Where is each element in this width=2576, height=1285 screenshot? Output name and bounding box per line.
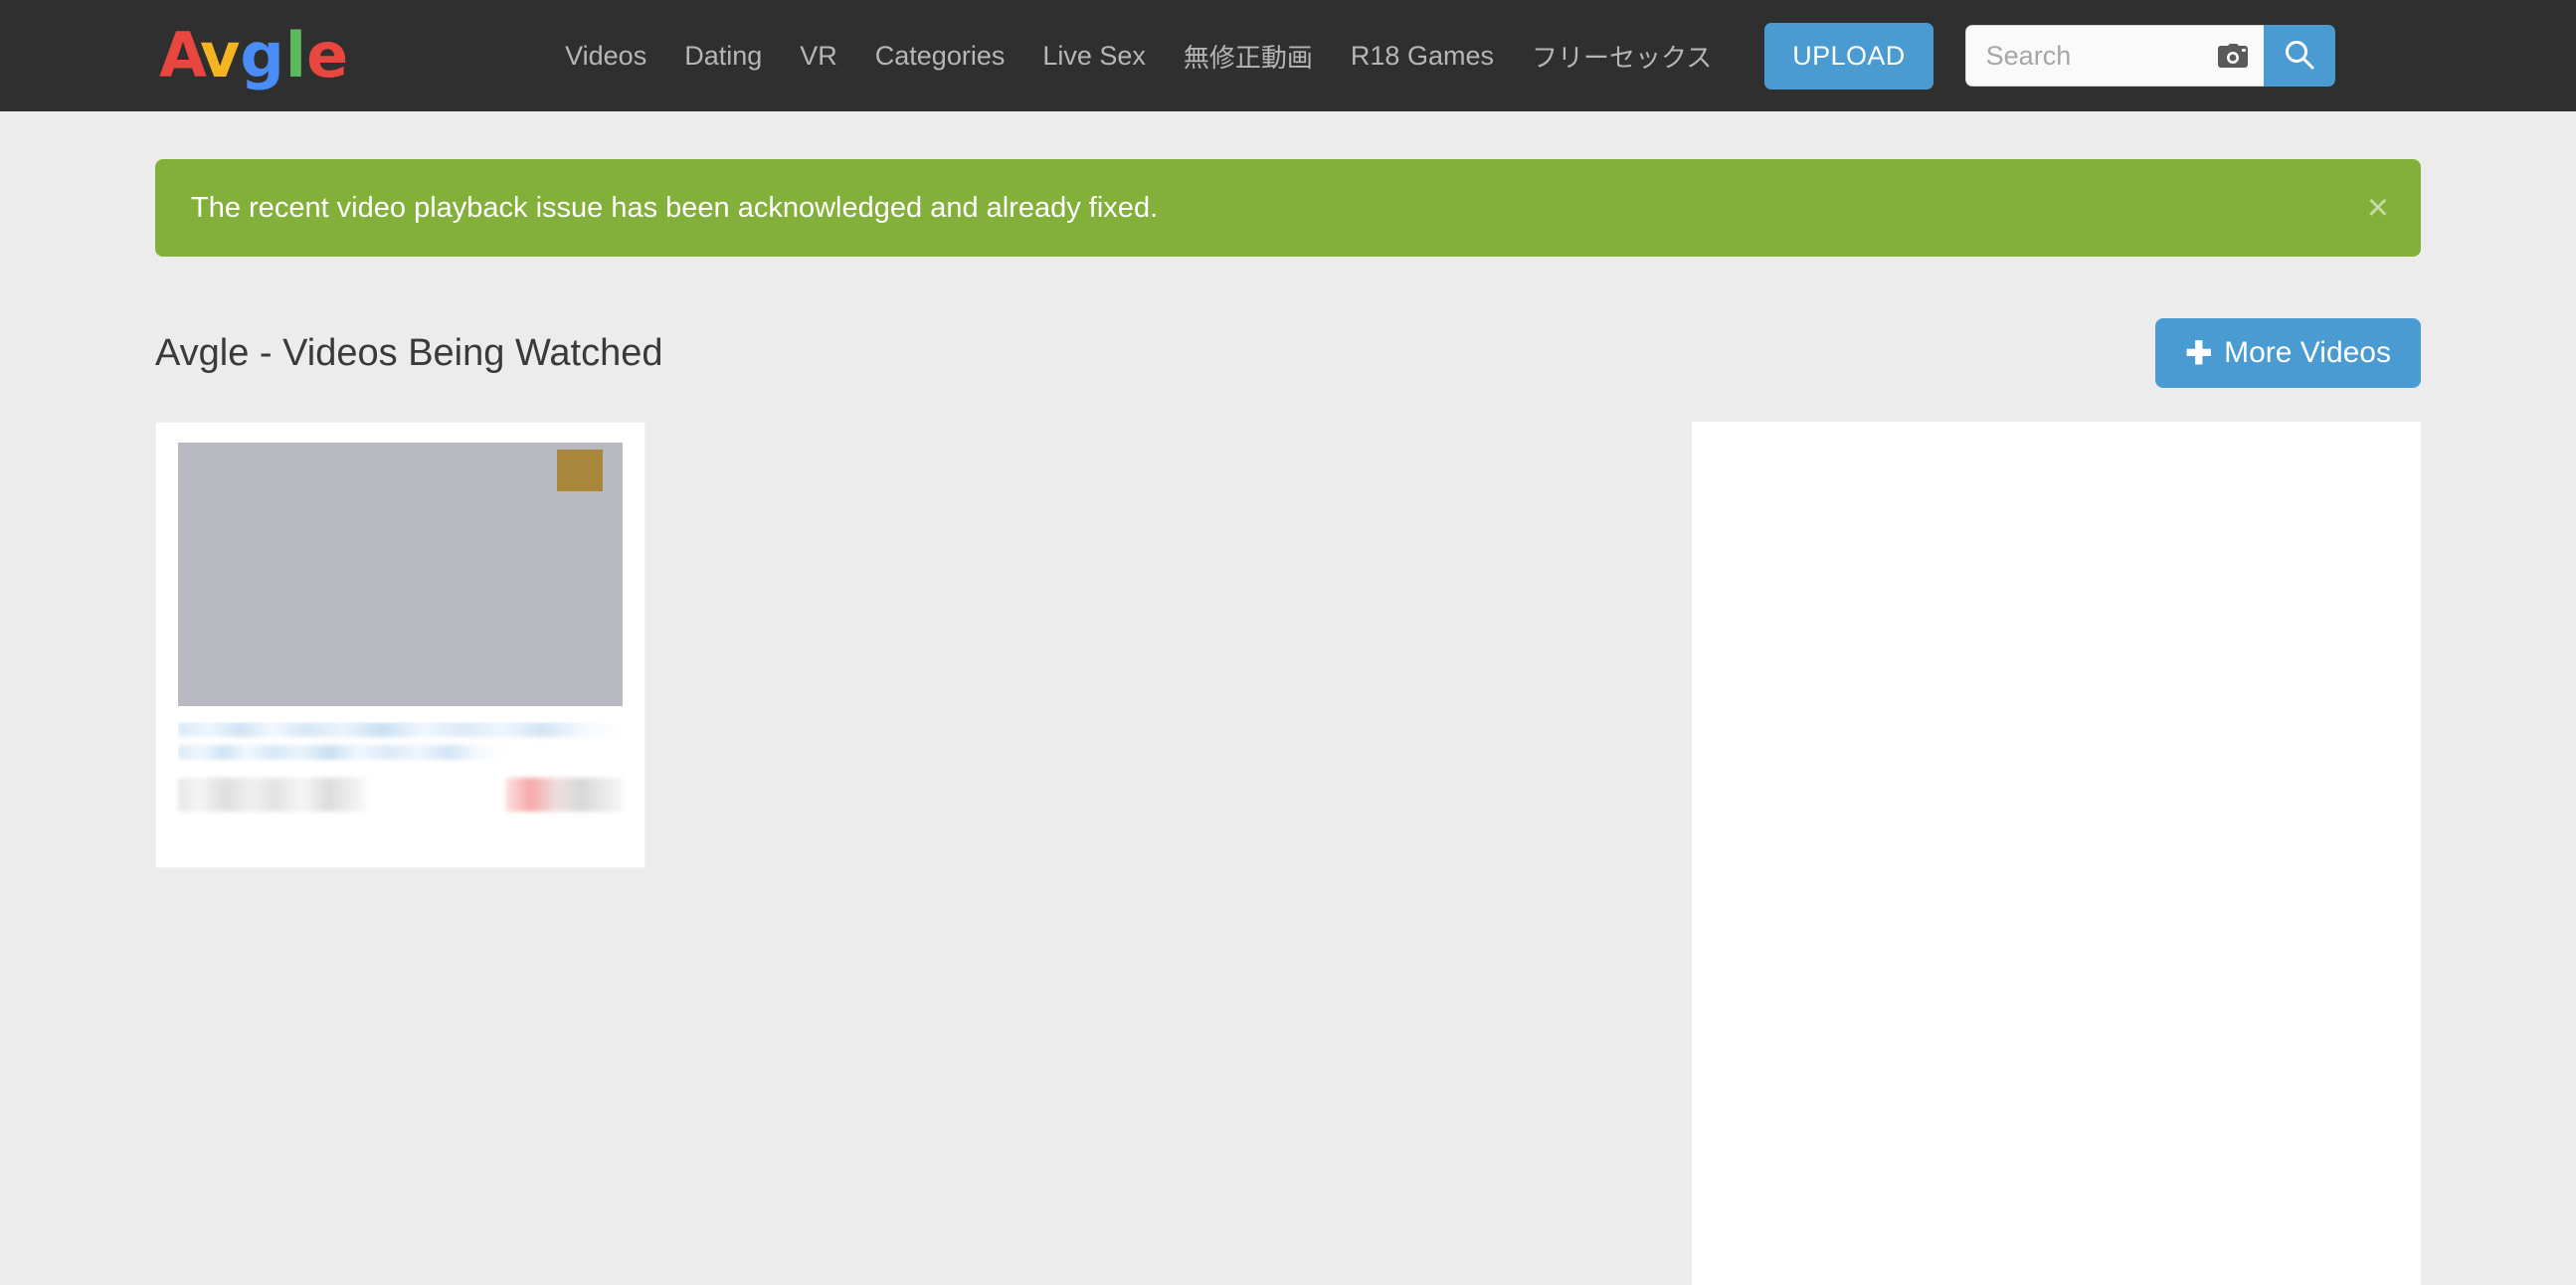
page-body: The recent video playback issue has been…	[0, 159, 2576, 1285]
video-meta	[178, 778, 623, 812]
search-bar	[1964, 25, 2335, 87]
content-area	[155, 422, 2421, 1285]
nav-item-uncensored-videos[interactable]: 無修正動画	[1165, 38, 1332, 75]
nav-item-dating[interactable]: Dating	[665, 41, 781, 72]
rating-badge	[505, 778, 623, 812]
camera-icon[interactable]	[2217, 44, 2248, 68]
thumbnail-image	[178, 443, 623, 706]
advertisement-image	[1714, 444, 2399, 1285]
search-icon	[2283, 38, 2316, 75]
search-field	[1964, 25, 2264, 87]
video-thumbnail	[178, 443, 623, 706]
logo-letter-g: g	[240, 19, 283, 92]
logo-letter-e: e	[306, 19, 348, 92]
view-count	[178, 778, 367, 812]
logo-letter-v: v	[199, 19, 240, 92]
nav-item-videos[interactable]: Videos	[546, 41, 665, 72]
logo-letter-a: A	[159, 19, 207, 92]
video-title[interactable]	[178, 722, 623, 762]
close-icon[interactable]: ×	[2367, 189, 2389, 227]
nav-item-r18-games[interactable]: R18 Games	[1332, 41, 1513, 72]
search-submit-button[interactable]	[2263, 25, 2335, 87]
nav-item-live-sex[interactable]: Live Sex	[1023, 41, 1165, 72]
page-title: Avgle - Videos Being Watched	[155, 331, 663, 374]
nav-item-vr[interactable]: VR	[781, 41, 856, 72]
nav-item-categories[interactable]: Categories	[856, 41, 1024, 72]
video-grid	[155, 422, 1692, 890]
notification-banner: The recent video playback issue has been…	[155, 159, 2421, 257]
sidebar-advertisement[interactable]	[1692, 422, 2421, 1285]
more-videos-button[interactable]: ✚ More Videos	[2155, 318, 2421, 388]
site-logo[interactable]: Avgle	[159, 19, 348, 92]
main-navigation: Videos Dating VR Categories Live Sex 無修正…	[546, 38, 1731, 75]
logo-letter-l: l	[284, 19, 306, 92]
nav-item-free-sex[interactable]: フリーセックス	[1513, 38, 1731, 75]
section-header: Avgle - Videos Being Watched ✚ More Vide…	[155, 318, 2421, 388]
title-line	[178, 745, 507, 760]
header-actions: UPLOAD	[1764, 22, 2335, 90]
upload-button[interactable]: UPLOAD	[1764, 22, 1933, 90]
plus-icon: ✚	[2185, 335, 2213, 371]
duration-badge	[557, 450, 603, 491]
more-videos-label: More Videos	[2224, 336, 2391, 369]
notification-message: The recent video playback issue has been…	[191, 191, 1159, 224]
title-line	[178, 722, 623, 737]
site-header: Avgle Videos Dating VR Categories Live S…	[0, 0, 2576, 111]
video-card[interactable]	[155, 422, 645, 868]
